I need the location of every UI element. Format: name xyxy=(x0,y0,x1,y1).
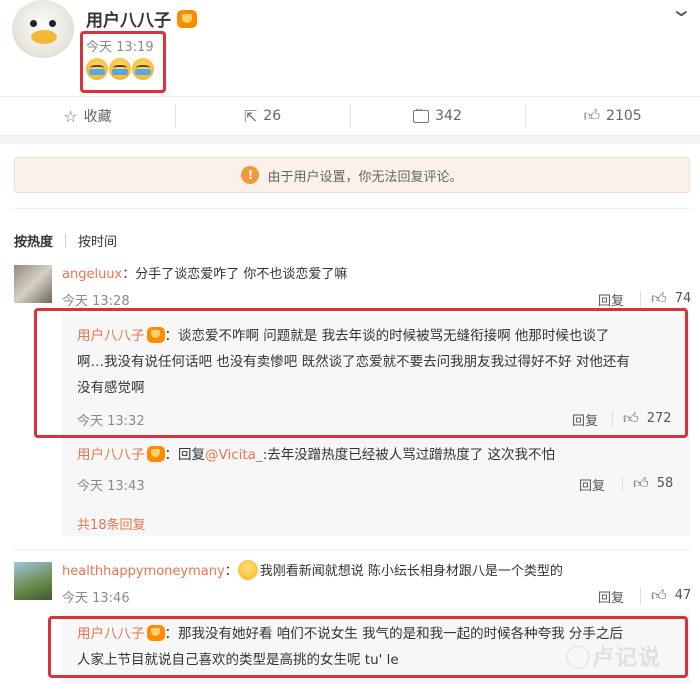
post-time: 今天 13:19 xyxy=(86,40,154,55)
vip-badge-icon xyxy=(146,446,165,462)
vip-badge-icon xyxy=(146,327,165,343)
divider xyxy=(14,549,690,550)
like-divider xyxy=(640,290,641,307)
comment-author[interactable]: angeluux xyxy=(62,267,122,282)
thumbs-up-icon: 👍︎ xyxy=(583,106,601,125)
reply-button[interactable]: 回复 xyxy=(598,290,624,309)
comment-body: healthhappymoneymany： 我刚看新闻就想说 陈小纭长相身材跟八是… xyxy=(62,560,563,580)
comment-like-button[interactable]: 👍︎ 74 xyxy=(640,289,691,308)
vip-badge-icon xyxy=(146,625,165,641)
tab-divider xyxy=(65,233,67,248)
comment-author[interactable]: healthhappymoneymany xyxy=(62,564,225,579)
sub-reply-author[interactable]: 用户八八子 xyxy=(77,447,145,463)
like-divider xyxy=(612,410,613,427)
comment-icon xyxy=(413,105,430,123)
action-bar: ☆收藏 ⇱26 342 👍︎2105 xyxy=(0,96,700,136)
smiley-emoji-icon xyxy=(237,560,258,580)
crying-emoji-icon xyxy=(132,58,154,80)
vip-badge-icon xyxy=(177,10,197,28)
chevron-down-icon[interactable]: ⌄ xyxy=(670,0,693,21)
comment-like-button[interactable]: 👍︎ 47 xyxy=(640,586,691,605)
thumbs-up-icon: 👍︎ xyxy=(623,409,639,427)
comment-avatar[interactable] xyxy=(14,562,52,600)
reply-button[interactable]: 回复 xyxy=(579,475,605,494)
avatar-eye xyxy=(49,20,56,27)
avatar[interactable] xyxy=(12,0,74,58)
post-emojis xyxy=(86,58,155,85)
comment-button[interactable]: 342 xyxy=(350,96,525,136)
comment-time: 今天 13:46 xyxy=(62,591,130,606)
comment-time: 今天 13:28 xyxy=(62,294,130,309)
reply-restriction-notice: ! 由于用户设置，你无法回复评论。 xyxy=(14,157,690,193)
crying-emoji-icon xyxy=(86,58,108,80)
like-divider xyxy=(622,475,623,492)
more-replies-link[interactable]: 共18条回复 xyxy=(77,514,146,533)
sub-reply-author[interactable]: 用户八八子 xyxy=(77,626,145,642)
thumbs-up-icon: 👍︎ xyxy=(633,474,649,492)
thumbs-up-icon: 👍︎ xyxy=(651,289,667,307)
watermark-logo-icon xyxy=(566,645,590,669)
mention-link[interactable]: @Vicita_ xyxy=(205,447,263,463)
divider xyxy=(14,208,690,209)
avatar-eye xyxy=(30,20,37,27)
crying-emoji-icon xyxy=(109,58,131,80)
share-button[interactable]: ⇱ 26 xyxy=(175,96,350,136)
post-header: 用户八八子 ⌄ 今天 13:19 xyxy=(0,0,700,93)
reply-button[interactable]: 回复 xyxy=(572,410,598,429)
sub-reply-body: 用户八八子 ：回复@Vicita_:去年没蹭热度已经被人骂过蹭热度了 这次我不怕 xyxy=(77,446,556,463)
like-button[interactable]: 👍︎ 2105 xyxy=(525,96,700,136)
favorite-button[interactable]: ☆ 收藏 xyxy=(0,96,175,136)
comment-body: angeluux：分手了谈恋爱咋了 你不也谈恋爱了嘛 xyxy=(62,267,348,282)
watermark: 卢记说 xyxy=(566,640,661,672)
thumbs-up-icon: 👍︎ xyxy=(651,586,667,604)
sub-reply-like-button[interactable]: 👍︎ 272 xyxy=(612,409,672,428)
warning-icon: ! xyxy=(241,166,260,184)
sub-reply-time: 今天 13:43 xyxy=(77,479,145,494)
share-icon: ⇱ xyxy=(243,106,258,126)
sort-tabs: 按热度 按时间 xyxy=(14,231,117,250)
post-username[interactable]: 用户八八子 xyxy=(86,6,197,31)
comment-avatar[interactable] xyxy=(14,265,52,303)
sub-reply-author[interactable]: 用户八八子 xyxy=(77,328,145,344)
tab-sort-time[interactable]: 按时间 xyxy=(78,231,117,250)
section-gap xyxy=(0,136,700,144)
sub-reply-time: 今天 13:32 xyxy=(77,414,145,429)
like-divider xyxy=(640,587,641,604)
sub-reply-body: 用户八八子 ：谈恋爱不咋啊 问题就是 我去年谈的时候被骂无缝衔接啊 他那时候也谈了… xyxy=(77,327,630,396)
star-icon: ☆ xyxy=(63,106,78,126)
sub-reply-like-button[interactable]: 👍︎ 58 xyxy=(622,474,673,493)
reply-button[interactable]: 回复 xyxy=(598,587,624,606)
avatar-beak xyxy=(31,30,57,44)
tab-sort-hot[interactable]: 按热度 xyxy=(14,231,53,250)
